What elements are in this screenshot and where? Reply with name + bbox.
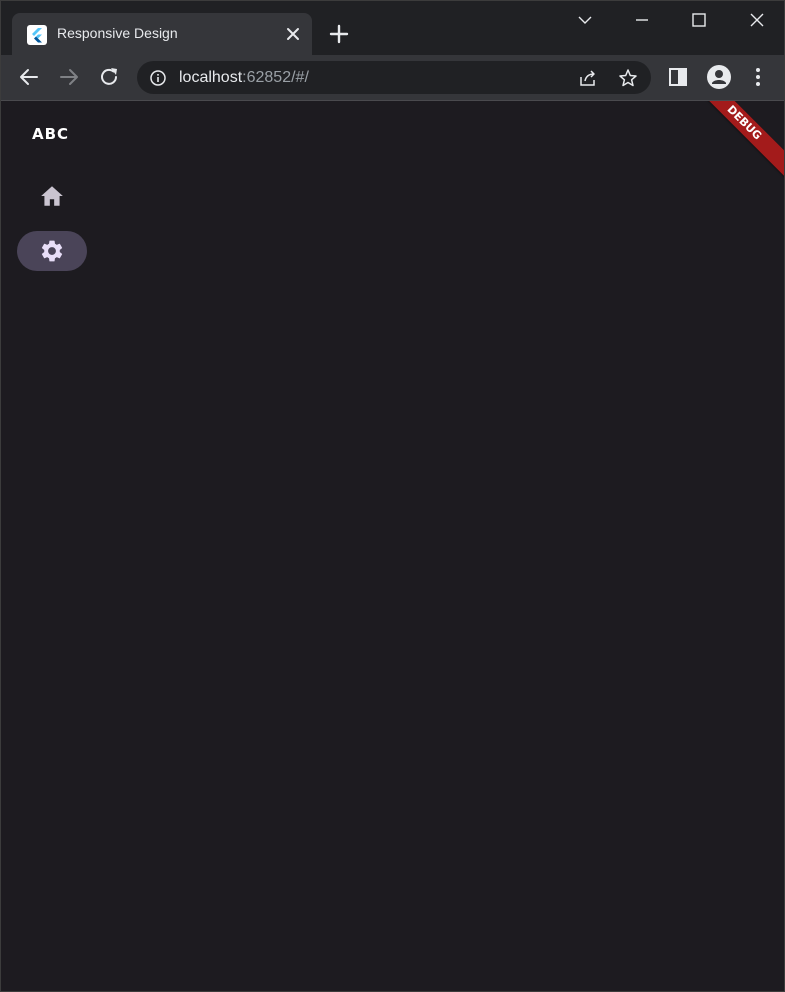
app-logo: ABC bbox=[32, 125, 70, 143]
browser-tab[interactable]: Responsive Design bbox=[12, 13, 312, 55]
debug-banner: DEBUG bbox=[688, 101, 784, 179]
nav-rail-home[interactable] bbox=[17, 176, 87, 216]
arrow-left-icon[interactable] bbox=[17, 65, 41, 89]
minimize-icon[interactable] bbox=[631, 9, 653, 31]
close-icon[interactable] bbox=[284, 25, 302, 43]
side-panel-icon[interactable] bbox=[666, 65, 690, 89]
arrow-right-icon[interactable] bbox=[57, 65, 81, 89]
reload-icon[interactable] bbox=[97, 65, 121, 89]
plus-icon[interactable] bbox=[327, 22, 351, 46]
settings-icon bbox=[41, 240, 63, 262]
tab-title: Responsive Design bbox=[57, 25, 178, 41]
nav-rail-settings[interactable] bbox=[17, 231, 87, 271]
star-icon[interactable] bbox=[617, 67, 639, 89]
chevron-down-icon[interactable] bbox=[574, 9, 596, 31]
url-text[interactable]: localhost:62852/#/ bbox=[179, 69, 309, 87]
tab-strip: Responsive Design bbox=[1, 1, 784, 55]
share-icon[interactable] bbox=[577, 67, 599, 89]
info-icon[interactable] bbox=[149, 69, 167, 87]
window-close-icon[interactable] bbox=[746, 9, 768, 31]
browser-toolbar: localhost:62852/#/ bbox=[1, 55, 784, 101]
more-vert-icon[interactable] bbox=[746, 65, 770, 89]
app-content: ABC DEBUG bbox=[1, 101, 784, 991]
url-path: :62852/#/ bbox=[242, 69, 309, 86]
url-host: localhost bbox=[179, 69, 243, 86]
address-bar[interactable]: localhost:62852/#/ bbox=[137, 61, 651, 94]
browser-window: Responsive Design localhost:62852/#/ ABC… bbox=[0, 0, 785, 992]
home-icon bbox=[41, 186, 63, 206]
flutter-logo-icon bbox=[27, 25, 47, 45]
profile-icon[interactable] bbox=[706, 64, 732, 90]
maximize-icon[interactable] bbox=[688, 9, 710, 31]
